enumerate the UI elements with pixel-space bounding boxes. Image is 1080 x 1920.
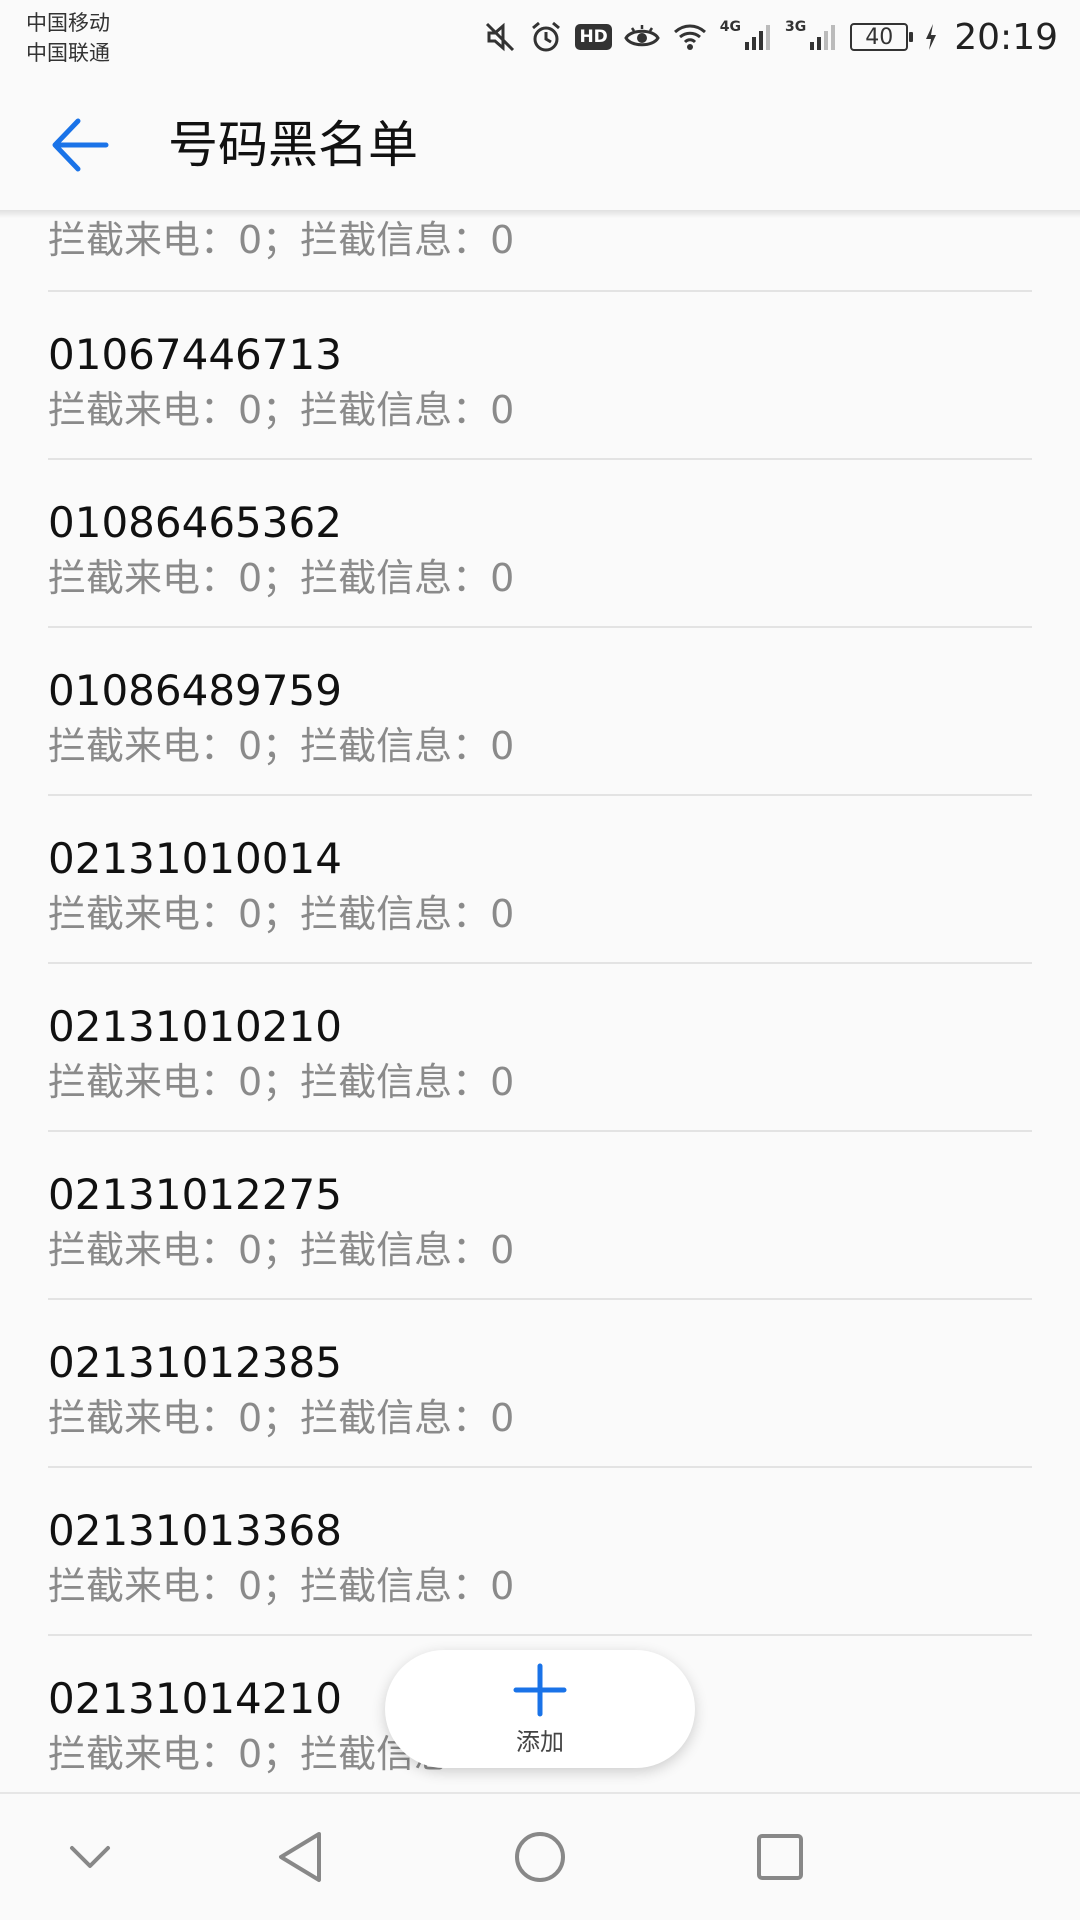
navigation-bar [0,1792,1080,1920]
list-item-stats: 拦截来电：0；拦截信息：0 [48,724,515,768]
list-item-stats: 拦截来电：0；拦截信息：0 [48,1564,515,1608]
alarm-icon [529,20,563,54]
list-item-number: 02131012385 [48,1338,342,1387]
list-item-number: 01086489759 [48,666,342,715]
list-item[interactable]: 02131010014 拦截来电：0；拦截信息：0 [48,796,1032,964]
list-item-number: 02131010210 [48,1002,342,1051]
list-item-number: 01067446713 [48,330,342,379]
signal-3g-icon [808,22,838,52]
list-item-number: 02131010014 [48,834,342,883]
plus-icon [513,1663,567,1716]
network-3g-label: 3G [785,19,807,35]
list-item-number: 02131012275 [48,1170,342,1219]
list-item-stats: 拦截来电：0；拦截信息：0 [48,1060,515,1104]
list-item[interactable]: 02131013368 拦截来电：0；拦截信息：0 [48,1468,1032,1636]
back-button[interactable] [40,110,120,180]
home-circle-icon [515,1832,565,1882]
arrow-left-icon [52,118,109,172]
list-item-stats: 拦截来电：0；拦截信息：0 [48,1396,515,1440]
wifi-icon [672,22,708,52]
carrier-2: 中国联通 [26,41,110,65]
list-item[interactable]: 02131012385 拦截来电：0；拦截信息：0 [48,1300,1032,1468]
list-item[interactable]: 01086489759 拦截来电：0；拦截信息：0 [48,628,1032,796]
list-item-partial[interactable]: 拦截来电：0；拦截信息：0 [48,212,1032,292]
list-item[interactable]: 01086465362 拦截来电：0；拦截信息：0 [48,460,1032,628]
title-bar: 号码黑名单 [0,75,1080,210]
add-button-label: 添加 [516,1727,564,1756]
screen: 中国移动 中国联通 HD 4G 3G 40 20:19 号码黑名单 拦截来电：0… [0,0,1080,1920]
list-item[interactable]: 01067446713 拦截来电：0；拦截信息：0 [48,292,1032,460]
list-item-stats: 拦截来电：0；拦截信息：0 [48,388,515,432]
status-bar: 中国移动 中国联通 HD 4G 3G 40 20:19 [0,0,1080,75]
nav-back-button[interactable] [260,1822,340,1892]
list-item-stats: 拦截来电：0；拦截信息：0 [48,1228,515,1272]
chevron-down-icon [70,1846,110,1868]
nav-home-button[interactable] [500,1822,580,1892]
hd-voice-icon: HD [575,24,612,50]
list-item-stats: 拦截来电：0；拦截信息：0 [48,218,515,262]
nav-hide-button[interactable] [50,1822,130,1892]
carrier-info: 中国移动 中国联通 [26,8,110,68]
recents-square-icon [757,1834,803,1880]
back-triangle-icon [279,1832,321,1882]
title-bar-shadow [0,210,1080,218]
list-item-number: 02131014210 [48,1674,342,1723]
status-icons: HD 4G 3G 40 20:19 [483,14,1058,60]
battery-level: 40 [865,24,894,50]
signal-4g-icon [743,22,773,52]
eye-comfort-icon [624,22,660,52]
add-button[interactable]: 添加 [385,1650,695,1768]
list-item-stats: 拦截来电：0；拦截信息：0 [48,556,515,600]
battery-indicator: 40 [850,23,914,51]
nav-recents-button[interactable] [740,1822,820,1892]
list-item-number: 01086465362 [48,498,342,547]
list-item[interactable]: 02131012275 拦截来电：0；拦截信息：0 [48,1132,1032,1300]
network-4g-label: 4G [719,19,742,35]
clock: 20:19 [954,16,1058,58]
mute-icon [483,20,517,54]
blacklist-list[interactable]: 拦截来电：0；拦截信息：0 01067446713 拦截来电：0；拦截信息：0 … [0,212,1080,1790]
list-item-number: 02131013368 [48,1506,342,1555]
list-item-stats: 拦截来电：0；拦截信息：0 [48,892,515,936]
page-title: 号码黑名单 [168,116,418,174]
list-item[interactable]: 02131010210 拦截来电：0；拦截信息：0 [48,964,1032,1132]
carrier-1: 中国移动 [26,11,110,35]
charging-icon [924,23,938,51]
